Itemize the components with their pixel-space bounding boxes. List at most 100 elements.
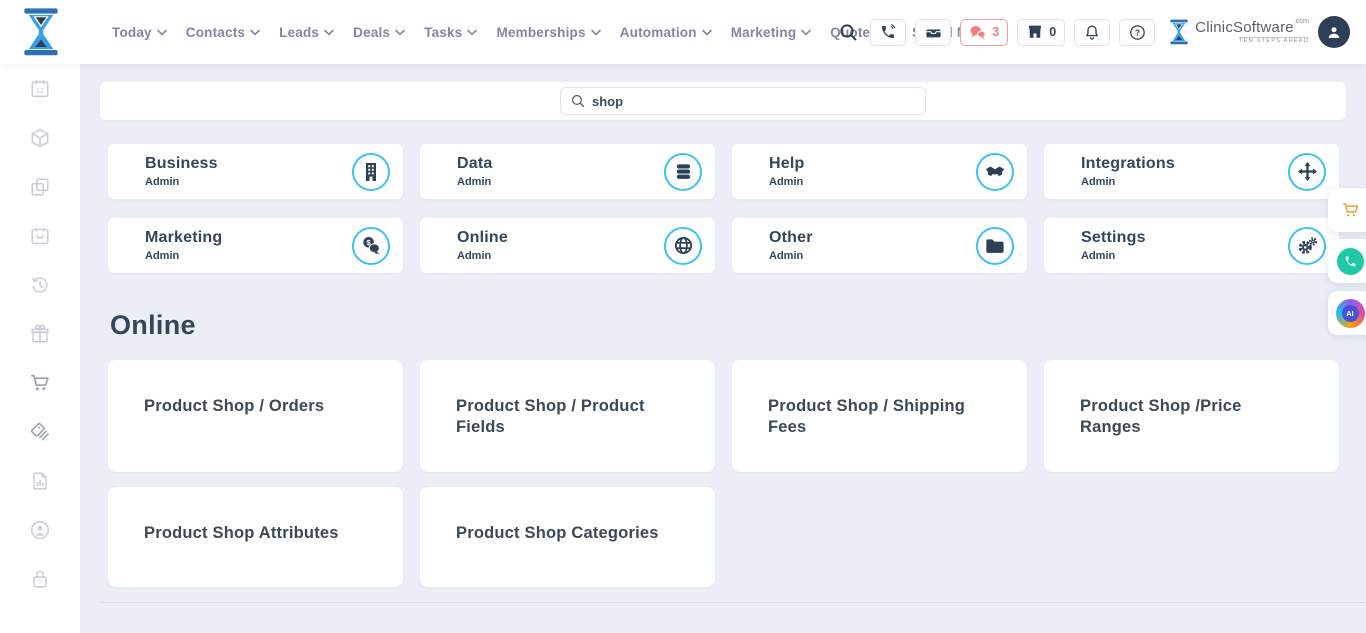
phone-bubble (1337, 248, 1364, 275)
chevron-down-icon (702, 29, 712, 36)
topbar-actions: 3 0 ? (835, 0, 1350, 64)
chevron-down-icon (591, 29, 601, 36)
sidebar-item-tags[interactable] (28, 421, 52, 443)
nav-label: Memberships (496, 25, 585, 40)
bell-icon (1084, 24, 1100, 41)
bottom-divider (100, 602, 1366, 603)
person-icon (1325, 23, 1343, 41)
floating-cart-button[interactable] (1328, 188, 1366, 232)
search-input[interactable] (592, 94, 915, 109)
result-card-product-shop-shipping-fees[interactable]: Product Shop / Shipping Fees (732, 360, 1027, 472)
sidebar-item-pages[interactable] (28, 176, 52, 198)
user-avatar[interactable] (1318, 16, 1350, 48)
floating-phone-button[interactable] (1328, 239, 1366, 283)
folder-icon (976, 227, 1014, 265)
nav-item-today[interactable]: Today (112, 25, 167, 40)
chevron-down-icon (467, 29, 477, 36)
search-panel (100, 82, 1346, 120)
chevron-down-icon (250, 29, 260, 36)
phone-button[interactable] (870, 19, 906, 46)
nav-item-tasks[interactable]: Tasks (424, 25, 477, 40)
category-card-settings[interactable]: Settings Admin (1044, 218, 1339, 273)
notifications-button[interactable] (1074, 19, 1110, 46)
phone-icon (1344, 255, 1357, 268)
nav-item-contacts[interactable]: Contacts (186, 25, 260, 40)
nav-label: Tasks (424, 25, 462, 40)
brand-name: ClinicSoftware (1195, 20, 1294, 35)
category-card-business[interactable]: Business Admin (108, 144, 403, 199)
svg-text:?: ? (38, 579, 42, 586)
sidebar-item-account[interactable] (28, 519, 52, 541)
chat-dollar-icon: $ (352, 227, 390, 265)
sidebar-item-bookings[interactable] (28, 225, 52, 247)
category-card-data[interactable]: Data Admin (420, 144, 715, 199)
category-card-online[interactable]: Online Admin (420, 218, 715, 273)
search-icon (571, 94, 585, 108)
sidebar-item-calendar[interactable]: 12 (28, 78, 52, 100)
svg-text:?: ? (1135, 27, 1140, 37)
store-button[interactable]: 0 (1017, 19, 1065, 46)
handshake-icon (976, 153, 1014, 191)
nav-item-memberships[interactable]: Memberships (496, 25, 600, 40)
nav-label: Automation (620, 25, 697, 40)
globe-icon (664, 227, 702, 265)
store-count-badge: 0 (1049, 25, 1056, 39)
category-card-marketing[interactable]: Marketing Admin $ (108, 218, 403, 273)
nav-label: Deals (353, 25, 390, 40)
result-title: Product Shop / Shipping Fees (768, 396, 993, 437)
nav-label: Marketing (731, 25, 797, 40)
chat-count-badge: 3 (992, 25, 999, 39)
nav-item-marketing[interactable]: Marketing (731, 25, 812, 40)
inbox-button[interactable] (915, 19, 951, 46)
result-card-product-shop-price-ranges[interactable]: Product Shop /Price Ranges (1044, 360, 1339, 472)
result-title: Product Shop /Price Ranges (1080, 396, 1305, 437)
chevron-down-icon (324, 29, 334, 36)
chevron-down-icon (395, 29, 405, 36)
results-grid: Product Shop / Orders Product Shop / Pro… (108, 360, 1339, 587)
cart-icon (1340, 200, 1361, 220)
cart-icon (29, 372, 51, 394)
sidebar-item-gifts[interactable] (28, 323, 52, 345)
app-logo-hourglass-icon[interactable] (20, 6, 62, 58)
nav-item-leads[interactable]: Leads (279, 25, 334, 40)
category-card-integrations[interactable]: Integrations Admin (1044, 144, 1339, 199)
result-card-product-shop-orders[interactable]: Product Shop / Orders (108, 360, 403, 472)
storefront-icon (1026, 24, 1044, 40)
brand-tagline: Ten Steps Ahead (1239, 37, 1309, 45)
brand-logo[interactable]: ClinicSoftware .com Ten Steps Ahead (1168, 18, 1309, 46)
chevron-down-icon (157, 29, 167, 36)
move-arrows-icon (1288, 153, 1326, 191)
nav-item-deals[interactable]: Deals (353, 25, 405, 40)
sidebar-item-shop-cart[interactable] (28, 372, 52, 394)
user-circle-icon (29, 519, 51, 541)
brand-text: ClinicSoftware .com Ten Steps Ahead (1195, 20, 1309, 45)
sidebar-item-products[interactable] (28, 127, 52, 149)
result-card-product-shop-product-fields[interactable]: Product Shop / Product Fields (420, 360, 715, 472)
search-icon[interactable] (835, 19, 861, 45)
floating-ai-button[interactable]: AI (1328, 291, 1366, 335)
admin-search[interactable] (560, 87, 926, 115)
question-mark-icon: ? (1129, 24, 1146, 41)
calendar-12-icon: 12 (29, 78, 51, 100)
nav-label: Leads (279, 25, 319, 40)
copy-squares-icon (29, 176, 51, 198)
result-title: Product Shop / Product Fields (456, 396, 681, 437)
ai-icon-label: AI (1342, 305, 1359, 322)
sidebar-item-reports[interactable] (28, 470, 52, 492)
help-button[interactable]: ? (1119, 19, 1155, 46)
sidebar-item-security[interactable]: ? (28, 568, 52, 590)
sidebar: 12 ? (0, 64, 80, 633)
inbox-icon (925, 25, 942, 39)
chevron-down-icon (801, 29, 811, 36)
nav-item-automation[interactable]: Automation (620, 25, 712, 40)
category-card-other[interactable]: Other Admin (732, 218, 1027, 273)
tags-icon (29, 421, 51, 443)
nav-label: Contacts (186, 25, 245, 40)
database-icon (664, 153, 702, 191)
chat-button[interactable]: 3 (960, 19, 1008, 46)
result-card-product-shop-attributes[interactable]: Product Shop Attributes (108, 487, 403, 587)
sidebar-item-history[interactable] (28, 274, 52, 296)
result-card-product-shop-categories[interactable]: Product Shop Categories (420, 487, 715, 587)
report-document-icon (29, 470, 51, 492)
category-card-help[interactable]: Help Admin (732, 144, 1027, 199)
